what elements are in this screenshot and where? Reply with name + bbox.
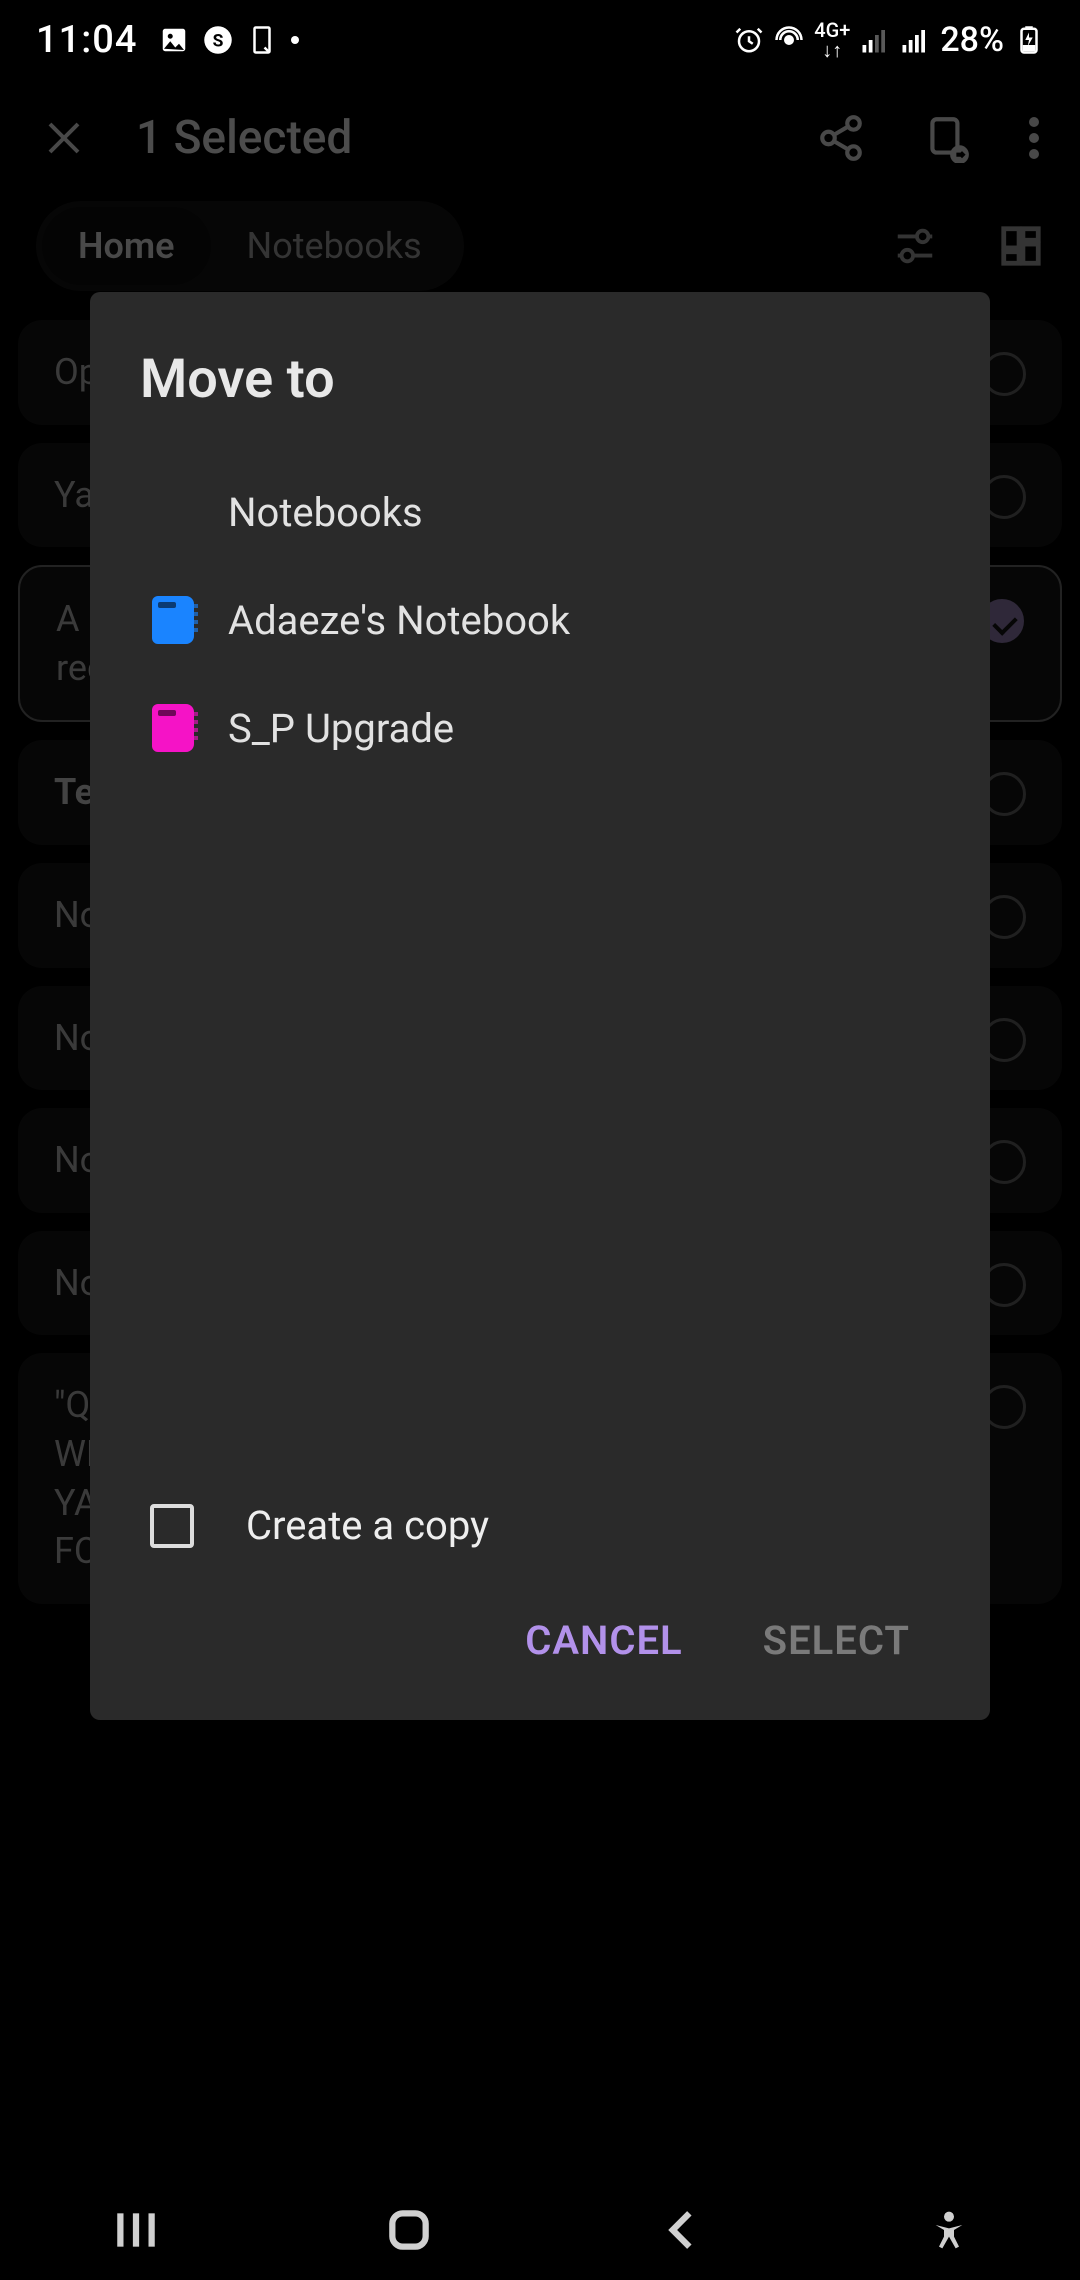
android-navbar — [0, 2180, 1080, 2280]
alarm-icon — [734, 25, 764, 55]
back-icon[interactable] — [656, 2205, 706, 2255]
dialog-actions: CANCEL SELECT — [140, 1589, 940, 1690]
signal-2-icon — [900, 25, 930, 55]
select-button[interactable]: SELECT — [753, 1601, 920, 1680]
move-target-label: Notebooks — [228, 489, 423, 536]
cancel-button[interactable]: CANCEL — [515, 1601, 692, 1680]
move-target-root[interactable]: Notebooks — [140, 459, 940, 566]
move-target-label: S_P Upgrade — [228, 705, 454, 752]
create-copy-checkbox[interactable] — [150, 1504, 194, 1548]
app-s-icon: S — [203, 25, 233, 55]
hotspot-icon — [774, 25, 804, 55]
gallery-icon — [159, 25, 189, 55]
move-target-label: Adaeze's Notebook — [228, 597, 570, 644]
more-notifications-icon — [291, 36, 299, 44]
status-left: 11:04 S — [36, 18, 299, 62]
create-copy-row[interactable]: Create a copy — [140, 1484, 940, 1589]
create-copy-label: Create a copy — [246, 1502, 489, 1549]
move-target-notebook[interactable]: Adaeze's Notebook — [140, 566, 940, 674]
accessibility-icon[interactable] — [929, 2210, 969, 2250]
status-right: 4G+ ↓↑ 28% — [734, 20, 1044, 60]
move-target-list: Notebooks Adaeze's Notebook S_P Upgrade — [140, 459, 940, 1484]
dialog-title: Move to — [140, 348, 940, 411]
status-time: 11:04 — [36, 18, 137, 62]
notebook-icon — [152, 596, 194, 644]
device-icon — [247, 25, 277, 55]
battery-percent: 28% — [940, 20, 1004, 60]
status-bar: 11:04 S 4G+ ↓↑ 28% — [0, 0, 1080, 80]
move-to-dialog: Move to Notebooks Adaeze's Notebook S_P U… — [90, 292, 990, 1720]
recents-icon[interactable] — [111, 2205, 161, 2255]
notebook-icon — [152, 704, 194, 752]
home-icon[interactable] — [384, 2205, 434, 2255]
battery-charging-icon — [1014, 25, 1044, 55]
move-target-notebook[interactable]: S_P Upgrade — [140, 674, 940, 782]
signal-1-icon — [860, 25, 890, 55]
svg-text:S: S — [213, 31, 224, 51]
network-type-icon: 4G+ ↓↑ — [814, 20, 850, 60]
